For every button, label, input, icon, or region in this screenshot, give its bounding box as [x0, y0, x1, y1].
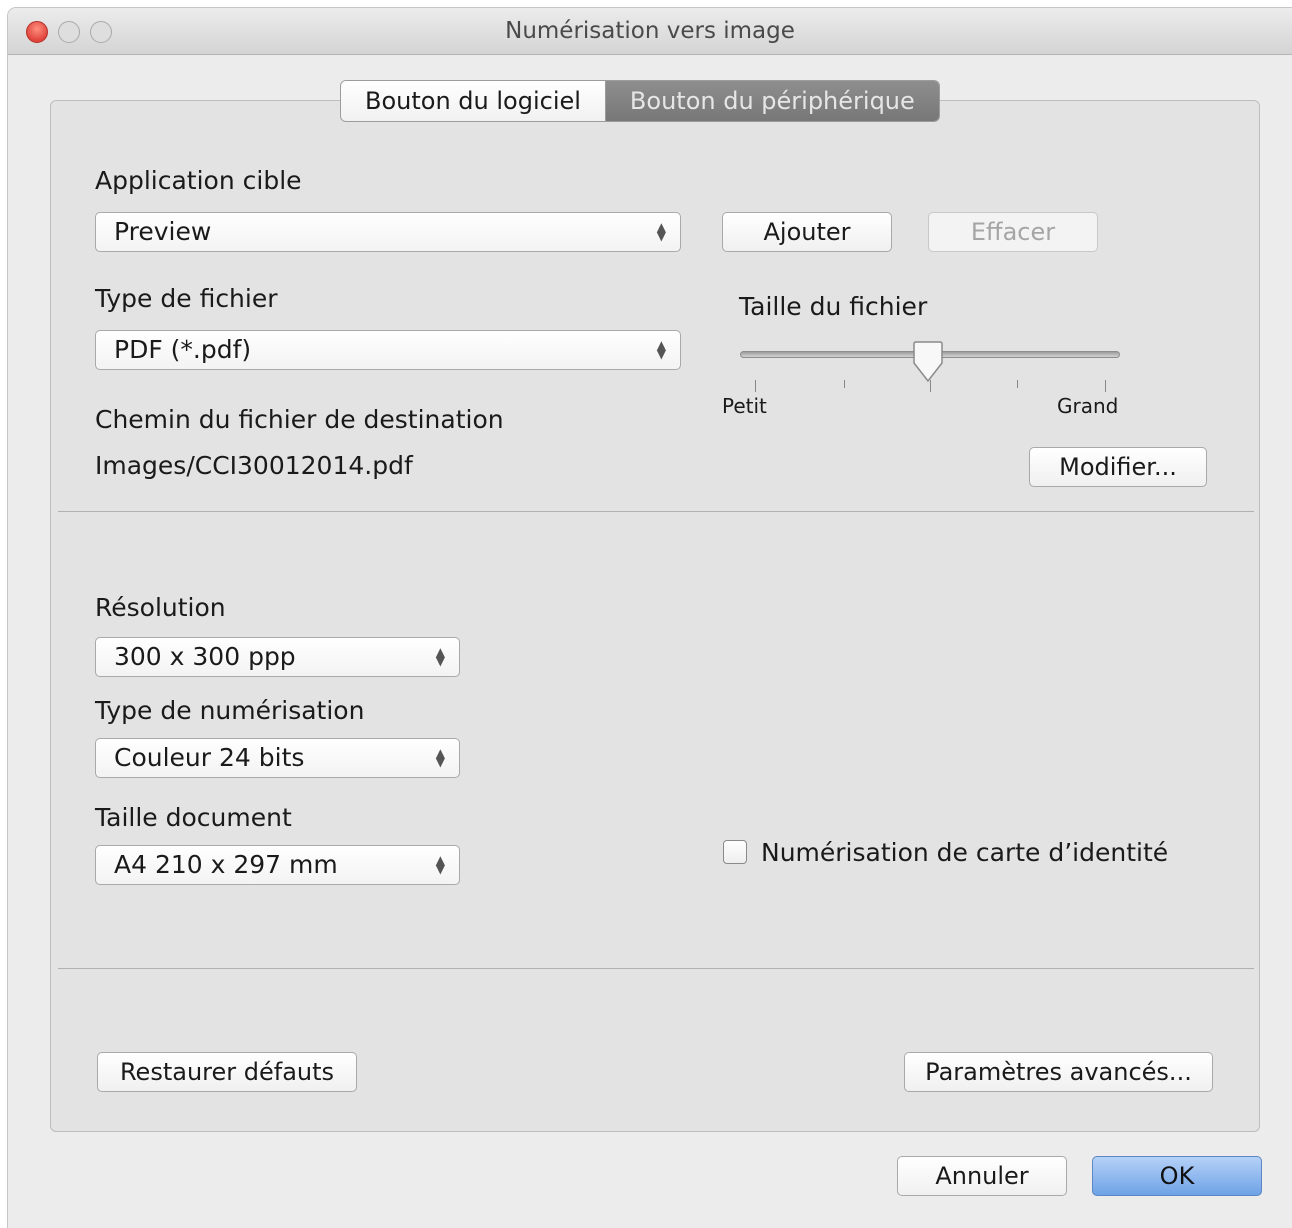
- slider-tick: [755, 380, 756, 392]
- slider-tick: [1017, 380, 1018, 388]
- window-title: Numérisation vers image: [505, 18, 795, 44]
- separator: [58, 511, 1254, 512]
- target-app-label: Application cible: [95, 166, 302, 195]
- id-card-checkbox[interactable]: [723, 840, 747, 864]
- scan-type-value: Couleur 24 bits: [114, 743, 305, 772]
- slider-tick: [930, 380, 931, 392]
- separator: [58, 968, 1254, 969]
- dialog-window: Numérisation vers image Bouton du logici…: [8, 8, 1292, 1228]
- restore-defaults-button[interactable]: Restaurer défauts: [97, 1052, 357, 1092]
- select-arrows-icon: ▲ ▼: [656, 338, 666, 361]
- modify-button[interactable]: Modifier...: [1029, 447, 1207, 487]
- slider-tick: [844, 380, 845, 388]
- scan-type-label: Type de numérisation: [95, 696, 365, 725]
- delete-button[interactable]: Effacer: [928, 212, 1098, 252]
- file-size-slider-thumb[interactable]: [913, 341, 943, 383]
- add-button[interactable]: Ajouter: [722, 212, 892, 252]
- file-type-select[interactable]: PDF (*.pdf) ▲ ▼: [95, 330, 681, 370]
- file-size-max-label: Grand: [1057, 394, 1119, 418]
- slider-tick: [1105, 380, 1106, 392]
- destination-path-label: Chemin du fichier de destination: [95, 405, 504, 434]
- ok-button[interactable]: OK: [1092, 1156, 1262, 1196]
- file-type-label: Type de fichier: [95, 284, 278, 313]
- file-size-min-label: Petit: [722, 394, 767, 418]
- resolution-value: 300 x 300 ppp: [114, 642, 296, 671]
- select-arrows-icon: ▲ ▼: [435, 853, 445, 876]
- document-size-select[interactable]: A4 210 x 297 mm ▲ ▼: [95, 845, 460, 885]
- scan-type-select[interactable]: Couleur 24 bits ▲ ▼: [95, 738, 460, 778]
- document-size-value: A4 210 x 297 mm: [114, 850, 338, 879]
- tab-bar: Bouton du logiciel Bouton du périphériqu…: [340, 80, 940, 122]
- file-size-label: Taille du fichier: [739, 292, 928, 321]
- id-card-label[interactable]: Numérisation de carte d’identité: [761, 838, 1168, 867]
- settings-group-box: [50, 100, 1260, 1132]
- select-arrows-icon: ▲ ▼: [435, 746, 445, 769]
- select-arrows-icon: ▲ ▼: [656, 220, 666, 243]
- document-size-label: Taille document: [95, 803, 292, 832]
- tab-software-button[interactable]: Bouton du logiciel: [341, 81, 606, 121]
- title-bar: Numérisation vers image: [8, 8, 1292, 55]
- resolution-label: Résolution: [95, 593, 226, 622]
- cancel-button[interactable]: Annuler: [897, 1156, 1067, 1196]
- select-arrows-icon: ▲ ▼: [435, 645, 445, 668]
- destination-path-value: Images/CCI30012014.pdf: [95, 451, 413, 480]
- tab-device-button[interactable]: Bouton du périphérique: [605, 81, 939, 121]
- advanced-settings-button[interactable]: Paramètres avancés...: [904, 1052, 1213, 1092]
- file-type-value: PDF (*.pdf): [114, 335, 252, 364]
- resolution-select[interactable]: 300 x 300 ppp ▲ ▼: [95, 637, 460, 677]
- target-app-select[interactable]: Preview ▲ ▼: [95, 212, 681, 252]
- target-app-value: Preview: [114, 217, 212, 246]
